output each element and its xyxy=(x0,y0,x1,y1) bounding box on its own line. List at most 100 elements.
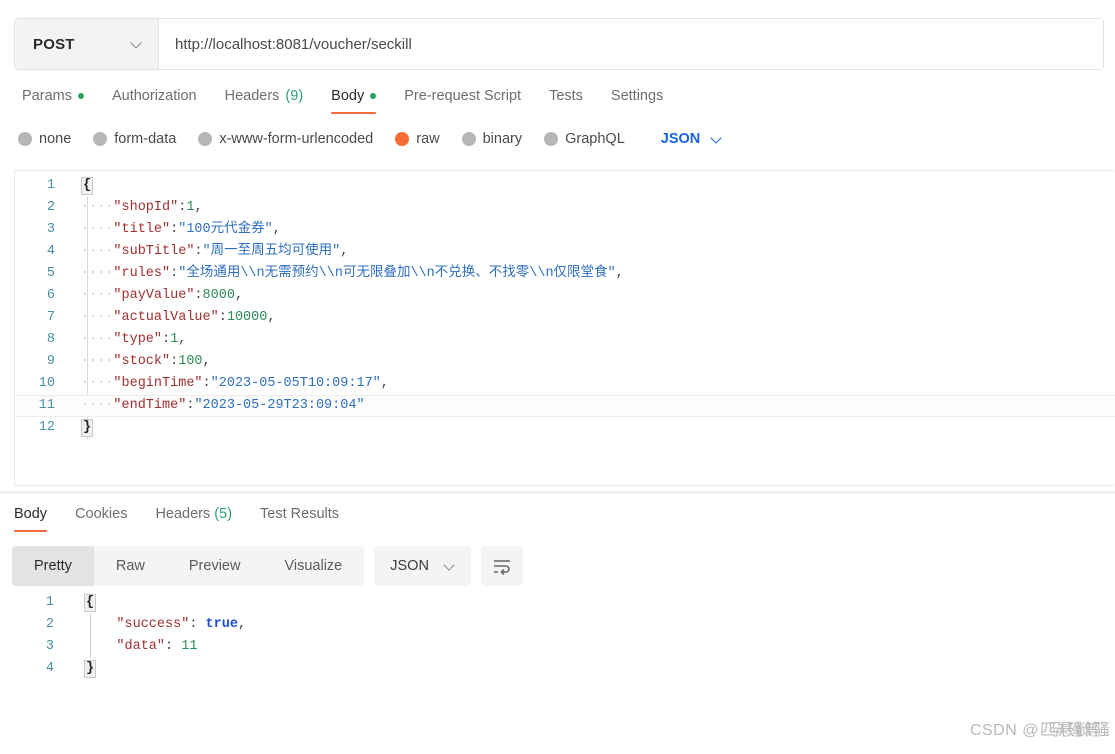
tab-tests[interactable]: Tests xyxy=(535,84,597,116)
radio-selected-icon xyxy=(395,132,410,146)
radio-icon xyxy=(461,132,476,146)
tab-label: Body xyxy=(331,88,365,104)
line-number: 6 xyxy=(46,288,55,303)
line-number: 5 xyxy=(46,266,55,281)
view-pretty[interactable]: Pretty xyxy=(12,546,94,586)
http-method-select[interactable]: POST xyxy=(15,19,159,69)
body-type-label: binary xyxy=(482,131,523,147)
line-number: 11 xyxy=(38,398,55,413)
tab-headers[interactable]: Headers (9) xyxy=(211,84,318,116)
code-content: "success": true, xyxy=(116,617,247,632)
body-type-label: none xyxy=(39,131,72,147)
tab-pre-request-script[interactable]: Pre-request Script xyxy=(390,84,535,116)
line-number: 10 xyxy=(38,376,55,391)
response-format-select[interactable]: JSON xyxy=(374,546,471,586)
pane-splitter[interactable] xyxy=(0,491,1115,494)
response-tab-body[interactable]: Body xyxy=(12,502,61,534)
code-line: 9 ····"stock":100, xyxy=(15,351,1115,373)
body-type-graphql[interactable]: GraphQL xyxy=(544,131,639,147)
line-number: 9 xyxy=(46,354,55,369)
code-line: 1 { xyxy=(15,175,1115,197)
request-tab-bar: Params Authorization Headers (9) Body Pr… xyxy=(14,84,677,116)
code-content: ····"subTitle":"周一至周五均可使用", xyxy=(81,244,349,259)
word-wrap-button[interactable] xyxy=(480,546,523,586)
tab-body[interactable]: Body xyxy=(317,84,390,116)
tab-authorization[interactable]: Authorization xyxy=(98,84,211,116)
response-tab-bar: Body Cookies Headers (5) Test Results xyxy=(12,502,353,534)
code-line: 8 ····"type":1, xyxy=(15,329,1115,351)
http-method-label: POST xyxy=(33,35,75,53)
response-format-label: JSON xyxy=(390,558,429,574)
code-content: ····"title":"100元代金券", xyxy=(81,222,281,237)
url-bar: POST http://localhost:8081/voucher/secki… xyxy=(14,18,1104,70)
code-content: ····"type":1, xyxy=(81,332,187,347)
tab-count: (5) xyxy=(214,506,233,522)
tab-label: Settings xyxy=(610,88,664,104)
code-content: } xyxy=(84,660,97,678)
watermark-username: 匹孕悬篷雠等骚 xyxy=(1039,722,1110,739)
view-visualize[interactable]: Visualize xyxy=(262,546,364,586)
chevron-down-icon xyxy=(712,134,722,144)
tab-count: (9) xyxy=(285,88,304,104)
view-label: Preview xyxy=(188,558,241,574)
word-wrap-icon xyxy=(493,560,510,575)
tab-label: Params xyxy=(22,88,72,104)
tab-label: Headers xyxy=(224,88,280,104)
line-number: 8 xyxy=(46,332,55,347)
body-type-label: form-data xyxy=(114,131,177,147)
code-line: 3 "data": 11 xyxy=(14,636,1115,658)
line-number: 3 xyxy=(46,222,55,237)
body-type-label: raw xyxy=(416,131,440,147)
radio-icon xyxy=(544,132,559,146)
code-line: 5 ····"rules":"全场通用\\n无需预约\\n可无限叠加\\n不兑换… xyxy=(15,263,1115,285)
chevron-down-icon xyxy=(445,561,455,571)
response-tab-cookies[interactable]: Cookies xyxy=(61,502,141,534)
code-line: 10 ····"beginTime":"2023-05-05T10:09:17"… xyxy=(15,373,1115,395)
code-content: { xyxy=(84,594,97,612)
code-line: 1 { xyxy=(14,592,1115,614)
tab-label: Headers xyxy=(155,506,211,522)
view-label: Visualize xyxy=(284,558,343,574)
code-line: 2 ····"shopId":1, xyxy=(15,197,1115,219)
view-raw[interactable]: Raw xyxy=(94,546,167,586)
body-format-label: JSON xyxy=(660,131,701,147)
code-line: 3 ····"title":"100元代金券", xyxy=(15,219,1115,241)
request-body-editor[interactable]: 1 { 2 ····"shopId":1, 3 ····"title":"100… xyxy=(14,170,1115,486)
body-type-binary[interactable]: binary xyxy=(461,131,537,147)
body-type-raw[interactable]: raw xyxy=(395,131,453,147)
radio-icon xyxy=(93,132,108,146)
code-line: 4 ····"subTitle":"周一至周五均可使用", xyxy=(15,241,1115,263)
code-line: 4 } xyxy=(14,658,1115,680)
code-content: ····"stock":100, xyxy=(81,354,211,369)
line-number: 1 xyxy=(46,178,55,193)
tab-label: Authorization xyxy=(111,88,197,104)
unsaved-dot-icon xyxy=(370,93,377,99)
url-input[interactable]: http://localhost:8081/voucher/seckill xyxy=(159,19,1103,69)
line-number: 4 xyxy=(45,661,54,676)
radio-icon xyxy=(18,132,32,146)
view-preview[interactable]: Preview xyxy=(167,546,263,586)
line-number: 7 xyxy=(46,310,55,325)
code-content: ····"beginTime":"2023-05-05T10:09:17", xyxy=(81,376,389,391)
line-number: 4 xyxy=(46,244,55,259)
tab-params[interactable]: Params xyxy=(14,84,98,116)
response-view-segmented: Pretty Raw Preview Visualize xyxy=(12,546,365,586)
response-tab-headers[interactable]: Headers (5) xyxy=(141,502,246,534)
body-format-select[interactable]: JSON xyxy=(661,131,723,147)
request-code-area[interactable]: 1 { 2 ····"shopId":1, 3 ····"title":"100… xyxy=(15,171,1115,485)
body-type-form-data[interactable]: form-data xyxy=(93,131,190,147)
response-tab-test-results[interactable]: Test Results xyxy=(246,502,353,534)
code-line: 12 } xyxy=(15,417,1115,439)
view-label: Raw xyxy=(115,558,145,574)
body-type-none[interactable]: none xyxy=(18,131,85,147)
code-content: ····"payValue":8000, xyxy=(81,288,244,303)
code-line-active: 11 ····"endTime":"2023-05-29T23:09:04" xyxy=(15,395,1115,417)
response-body-editor[interactable]: 1 { 2 "success": true, 3 "data": 11 4 } xyxy=(14,592,1115,702)
view-label: Pretty xyxy=(34,558,72,574)
body-type-urlencoded[interactable]: x-www-form-urlencoded xyxy=(198,131,387,147)
code-content: ····"shopId":1, xyxy=(81,200,203,215)
code-line: 6 ····"payValue":8000, xyxy=(15,285,1115,307)
code-content: } xyxy=(81,419,94,437)
tab-settings[interactable]: Settings xyxy=(597,84,677,116)
code-content: ····"endTime":"2023-05-29T23:09:04" xyxy=(81,398,365,413)
